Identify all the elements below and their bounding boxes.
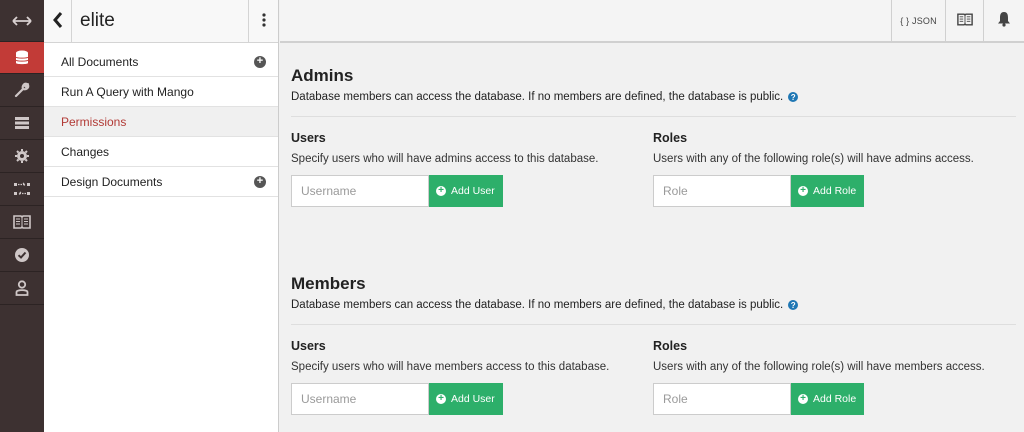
vertical-ellipsis-icon — [261, 12, 266, 30]
admins-add-role-button[interactable]: + Add Role — [791, 175, 865, 207]
sidebar-item-permissions[interactable]: Permissions — [44, 107, 278, 137]
wrench-icon — [14, 82, 30, 98]
members-roles-description: Users with any of the following role(s) … — [653, 361, 985, 373]
database-menu-button[interactable] — [248, 0, 278, 43]
admins-roles-title: Roles — [653, 131, 688, 145]
members-users-title: Users — [291, 339, 326, 353]
app-rail — [0, 0, 44, 432]
top-bar: { } JSON — [280, 0, 1024, 43]
add-user-label: Add User — [451, 185, 495, 197]
sidebar-item-label: Permissions — [61, 114, 127, 129]
members-description: Database members can access the database… — [291, 299, 1016, 311]
admins-description: Database members can access the database… — [291, 91, 1016, 103]
admins-add-user-button[interactable]: + Add User — [429, 175, 503, 207]
admins-users-title: Users — [291, 131, 326, 145]
sidebar-item-label: All Documents — [61, 54, 139, 69]
back-button[interactable] — [44, 0, 72, 43]
notifications-button[interactable] — [983, 0, 1024, 41]
add-role-label: Add Role — [813, 185, 857, 197]
bell-icon — [997, 11, 1011, 30]
admins-section: Admins Database members can access the d… — [291, 43, 1016, 227]
admins-title: Admins — [291, 66, 354, 85]
admins-role-input[interactable] — [653, 175, 791, 207]
server-icon — [14, 116, 30, 130]
sidebar-item-design-documents[interactable]: Design Documents + — [44, 167, 278, 197]
rail-item-replication[interactable] — [0, 173, 44, 206]
check-circle-icon — [14, 247, 30, 263]
admins-columns: Users Specify users who will have admins… — [291, 117, 1016, 227]
members-section: Members Database members can access the … — [291, 227, 1016, 432]
user-icon — [15, 280, 29, 296]
members-columns: Users Specify users who will have member… — [291, 325, 1016, 432]
sidebar-item-changes[interactable]: Changes — [44, 137, 278, 167]
rail-item-user[interactable] — [0, 272, 44, 305]
sidebar-header: elite — [44, 0, 278, 43]
json-button[interactable]: { } JSON — [891, 0, 945, 41]
sidebar-item-mango-query[interactable]: Run A Query with Mango — [44, 77, 278, 107]
members-add-user-button[interactable]: + Add User — [429, 383, 503, 415]
members-title: Members — [291, 274, 366, 293]
permissions-panel: Admins Database members can access the d… — [291, 43, 1016, 432]
add-icon[interactable]: + — [254, 175, 266, 188]
chevron-left-icon — [52, 11, 63, 31]
admins-users-description: Specify users who will have admins acces… — [291, 153, 599, 165]
sidebar-item-all-documents[interactable]: All Documents + — [44, 47, 278, 77]
add-role-label: Add Role — [813, 393, 857, 405]
database-icon — [15, 50, 29, 66]
members-role-input[interactable] — [653, 383, 791, 415]
book-icon — [13, 215, 31, 229]
plus-circle-icon: + — [798, 394, 808, 404]
replication-icon — [13, 182, 31, 196]
rail-item-databases[interactable] — [0, 42, 44, 74]
question-circle-icon[interactable]: ? — [788, 92, 799, 102]
members-username-input[interactable] — [291, 383, 429, 415]
sidebar-item-label: Changes — [61, 144, 110, 159]
rail-item-verify[interactable] — [0, 239, 44, 272]
rail-item-active-tasks[interactable] — [0, 107, 44, 140]
members-users-column: Users Specify users who will have member… — [291, 325, 609, 415]
admins-description-text: Database members can access the database… — [291, 91, 784, 103]
database-sidebar: elite All Documents + Run A Query with M… — [44, 0, 279, 432]
rail-item-docs[interactable] — [0, 206, 44, 239]
members-users-form: + Add User — [291, 383, 609, 415]
add-icon[interactable]: + — [254, 55, 266, 68]
admins-roles-form: + Add Role — [653, 175, 974, 207]
arrows-horizontal-icon — [12, 15, 32, 26]
documentation-button[interactable] — [945, 0, 983, 41]
rail-item-setup[interactable] — [0, 74, 44, 107]
admins-users-column: Users Specify users who will have admins… — [291, 117, 598, 207]
add-user-label: Add User — [451, 393, 495, 405]
question-circle-icon[interactable]: ? — [788, 300, 799, 310]
gear-icon — [14, 148, 30, 164]
admins-users-form: + Add User — [291, 175, 598, 207]
sidebar-item-label: Design Documents — [61, 174, 163, 189]
members-roles-form: + Add Role — [653, 383, 985, 415]
rail-item-config[interactable] — [0, 140, 44, 173]
rail-toggle[interactable] — [0, 0, 44, 42]
members-description-text: Database members can access the database… — [291, 299, 784, 311]
members-roles-column: Roles Users with any of the following ro… — [653, 325, 985, 415]
plus-circle-icon: + — [798, 186, 808, 196]
sidebar-item-label: Run A Query with Mango — [61, 84, 194, 99]
book-icon — [956, 12, 973, 29]
admins-username-input[interactable] — [291, 175, 429, 207]
plus-circle-icon: + — [436, 394, 446, 404]
admins-roles-column: Roles Users with any of the following ro… — [653, 117, 974, 207]
admins-roles-description: Users with any of the following role(s) … — [653, 153, 974, 165]
plus-circle-icon: + — [436, 186, 446, 196]
members-users-description: Specify users who will have members acce… — [291, 361, 610, 373]
members-add-role-button[interactable]: + Add Role — [791, 383, 865, 415]
members-roles-title: Roles — [653, 339, 688, 353]
database-name: elite — [80, 10, 115, 31]
